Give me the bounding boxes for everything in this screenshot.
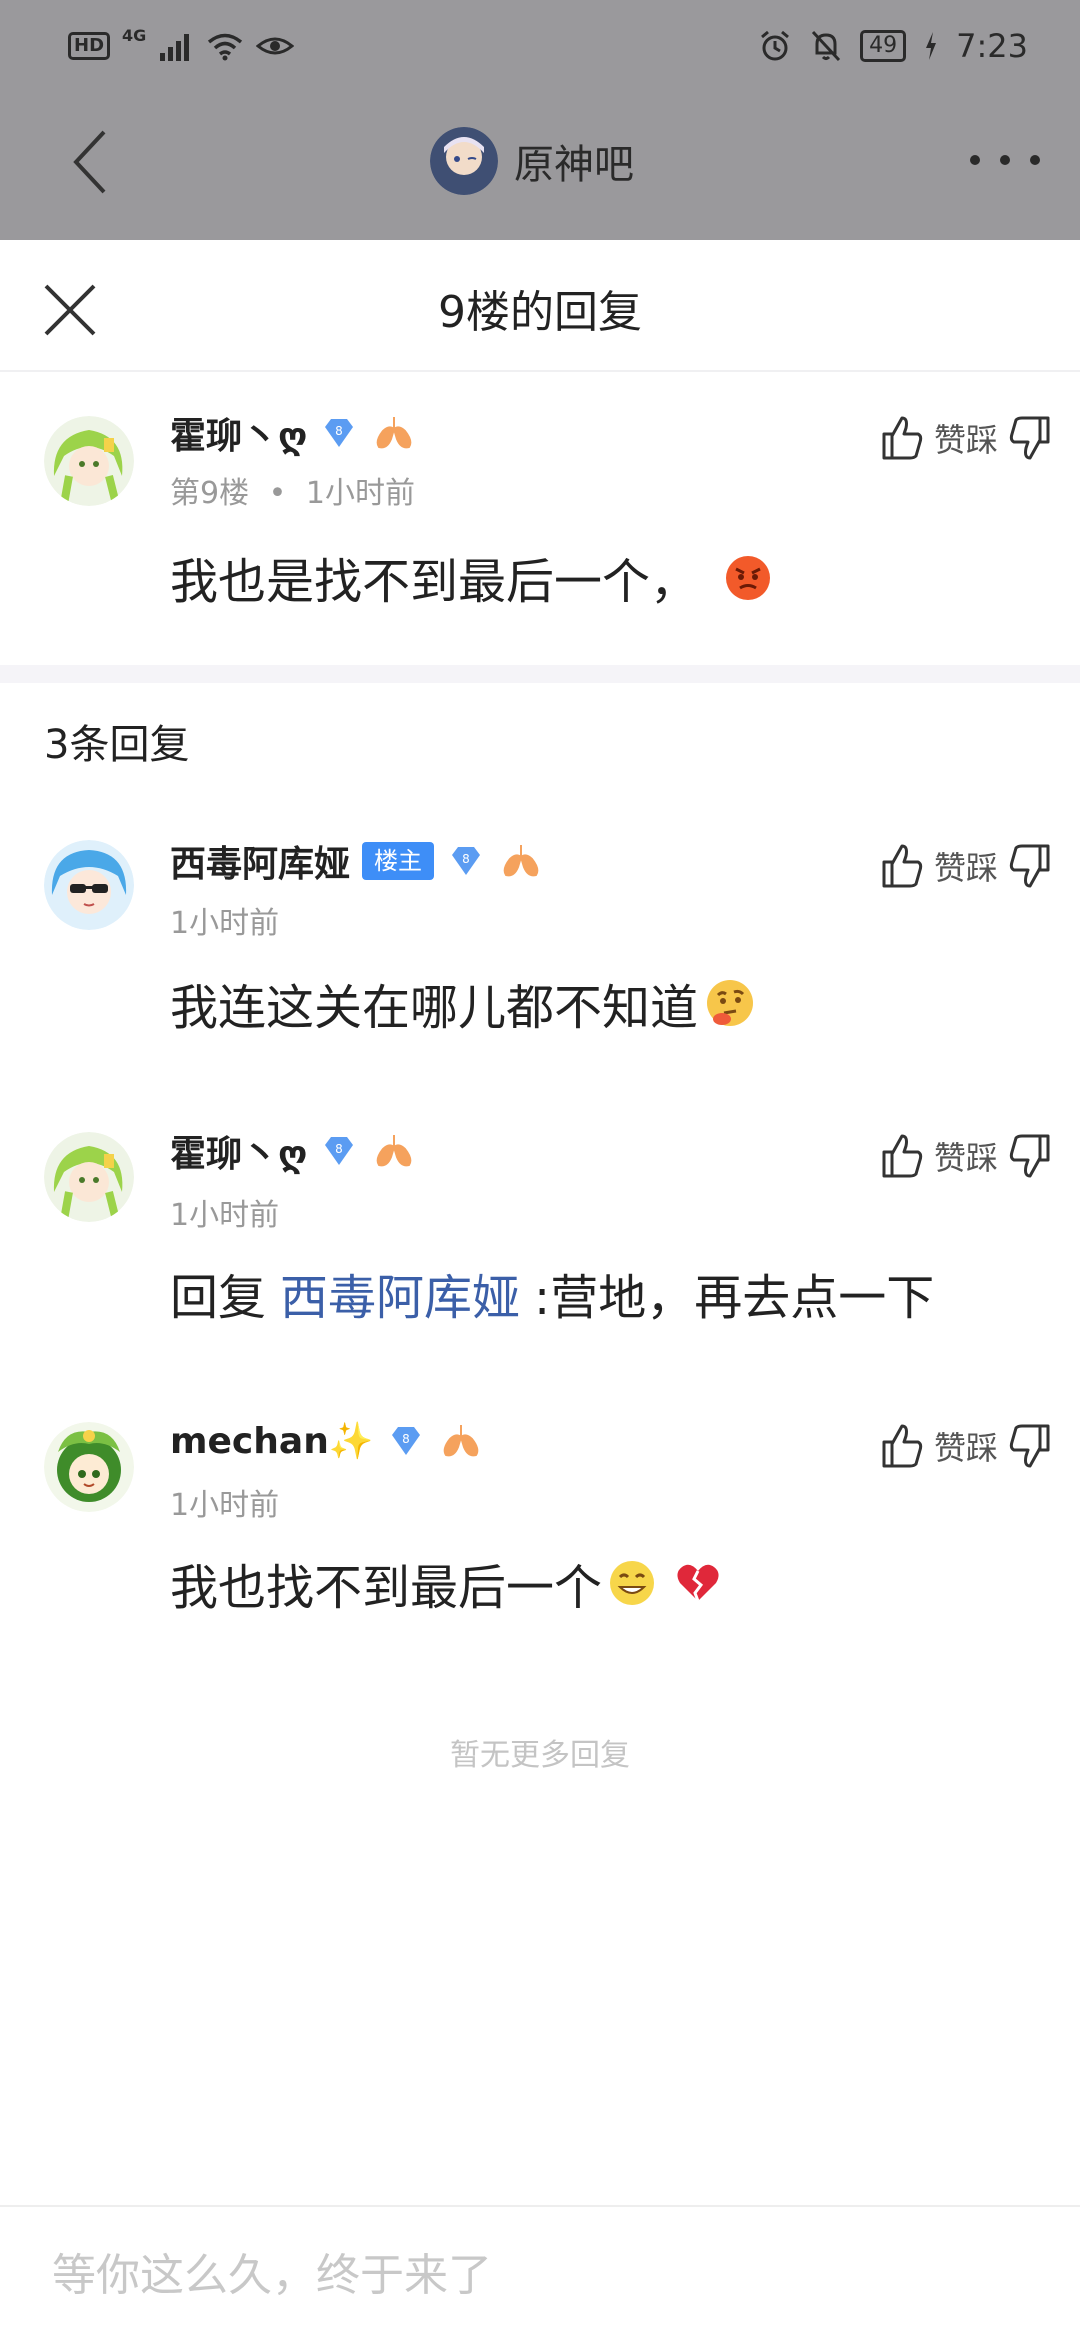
battery-level: 49	[860, 30, 907, 62]
charging-icon	[926, 32, 937, 60]
alarm-icon	[761, 30, 790, 61]
thumbs-down-icon[interactable]	[1008, 1422, 1052, 1470]
level-badge-icon: 8	[391, 1427, 420, 1455]
username-text: mechan	[170, 1421, 329, 1462]
avatar[interactable]	[44, 1422, 134, 1512]
vote-label: 赞踩	[933, 1139, 998, 1177]
username[interactable]: 霍珋丶ღ	[170, 407, 307, 459]
thumbs-down-icon[interactable]	[1008, 414, 1052, 462]
angry-face-emoji-icon	[726, 556, 771, 600]
sparkle-icon: ✨	[328, 1421, 374, 1462]
status-bar: HD 4G 49 7:23	[0, 0, 1080, 92]
reply-count: 3条回复	[44, 722, 190, 768]
dimmed-background: HD 4G 49 7:23 原神吧	[0, 0, 1080, 240]
forum-title-group[interactable]: 原神吧	[430, 116, 634, 206]
reply-time: 1小时前	[170, 906, 280, 941]
svg-text:8: 8	[402, 1432, 410, 1446]
back-button[interactable]	[60, 122, 120, 202]
reply-text-content: 我也找不到最后一个	[170, 1560, 603, 1616]
lung-badge-icon	[443, 1425, 478, 1457]
svg-text:8: 8	[336, 1142, 344, 1156]
grin-face-emoji-icon	[610, 1561, 655, 1605]
post-time: 1小时前	[305, 476, 415, 511]
vote-label: 赞踩	[933, 1429, 998, 1467]
reply-prefix: 回复	[170, 1270, 267, 1326]
thumbs-up-icon[interactable]	[880, 1132, 924, 1180]
more-dot-icon	[1000, 155, 1010, 165]
hd-indicator: HD	[68, 32, 111, 60]
status-left: HD 4G	[68, 26, 295, 66]
avatar[interactable]	[44, 416, 134, 506]
thumbs-up-icon[interactable]	[880, 1422, 924, 1470]
mute-bell-icon	[812, 30, 841, 62]
lung-badge-icon	[377, 417, 412, 449]
thumbs-up-icon[interactable]	[880, 842, 924, 890]
reply-text: 我也找不到最后一个	[170, 1548, 722, 1618]
svg-text:8: 8	[462, 852, 470, 866]
broken-heart-emoji-icon	[677, 1564, 719, 1602]
vote-group: 赞踩	[880, 838, 1052, 894]
post-text: 我也是找不到最后一个，	[170, 542, 774, 612]
username[interactable]: mechan✨	[170, 1420, 374, 1462]
post-meta: 第9楼 • 1小时前	[170, 468, 415, 512]
thumbs-down-icon[interactable]	[1008, 842, 1052, 890]
status-right: 49 7:23	[758, 22, 1028, 70]
reply-text-content: :营地，再去点一下	[534, 1270, 935, 1326]
level-badge-icon: 8	[325, 1137, 354, 1165]
signal-icon	[160, 34, 190, 61]
more-dot-icon	[970, 155, 980, 165]
panel-title: 9楼的回复	[438, 287, 642, 338]
reply-time: 1小时前	[170, 1488, 280, 1523]
reply-text-content: 我连这关在哪儿都不知道	[170, 980, 699, 1036]
level-badge-icon: 8	[325, 419, 354, 447]
section-divider	[0, 665, 1080, 683]
forum-header: 原神吧	[0, 92, 1080, 240]
back-chevron-icon	[73, 130, 106, 194]
network-type: 4G	[122, 26, 147, 45]
more-options-button[interactable]	[970, 140, 1040, 180]
no-more-replies: 暂无更多回复	[450, 1738, 630, 1773]
vote-label: 赞踩	[933, 421, 998, 459]
username-row: mechan✨ 8	[170, 1416, 484, 1466]
thinking-face-emoji-icon	[707, 980, 754, 1026]
eye-icon	[256, 37, 295, 55]
post-text-content: 我也是找不到最后一个，	[170, 554, 699, 610]
vote-group: 赞踩	[880, 1418, 1052, 1474]
forum-avatar	[430, 127, 498, 195]
reply-input[interactable]	[52, 2243, 1032, 2307]
vote-group: 赞踩	[880, 410, 1052, 466]
username-row: 西毒阿库娅 楼主 8	[170, 836, 544, 886]
wifi-icon	[208, 33, 243, 61]
reply-text: 我连这关在哪儿都不知道	[170, 968, 758, 1038]
host-badge: 楼主	[362, 842, 435, 880]
avatar[interactable]	[44, 1132, 134, 1222]
username[interactable]: 西毒阿库娅	[170, 835, 350, 887]
panel-header: 9楼的回复	[0, 240, 1080, 372]
mention-link[interactable]: 西毒阿库娅	[280, 1258, 520, 1328]
more-dot-icon	[1030, 155, 1040, 165]
meta-separator: •	[268, 476, 287, 511]
clock: 7:23	[956, 27, 1028, 65]
svg-text:8: 8	[336, 424, 344, 438]
level-badge-icon: 8	[452, 847, 481, 875]
lung-badge-icon	[377, 1135, 412, 1167]
thumbs-up-icon[interactable]	[880, 414, 924, 462]
vote-group: 赞踩	[880, 1128, 1052, 1184]
reply-input-bar	[0, 2205, 1080, 2342]
thumbs-down-icon[interactable]	[1008, 1132, 1052, 1180]
username-row: 霍珋丶ღ 8	[170, 408, 417, 458]
username-row: 霍珋丶ღ 8	[170, 1126, 417, 1176]
avatar[interactable]	[44, 840, 134, 930]
floor-number: 第9楼	[170, 476, 250, 511]
forum-name: 原神吧	[514, 142, 634, 188]
vote-label: 赞踩	[933, 849, 998, 887]
reply-text: 回复 西毒阿库娅 :营地，再去点一下	[170, 1258, 934, 1328]
reply-time: 1小时前	[170, 1198, 280, 1233]
username[interactable]: 霍珋丶ღ	[170, 1125, 307, 1177]
lung-badge-icon	[503, 845, 539, 877]
reply-panel: 9楼的回复 霍珋丶ღ 8 第9楼 • 1小时前 赞踩 我也是找不到最后一个， 3…	[0, 240, 1080, 2342]
